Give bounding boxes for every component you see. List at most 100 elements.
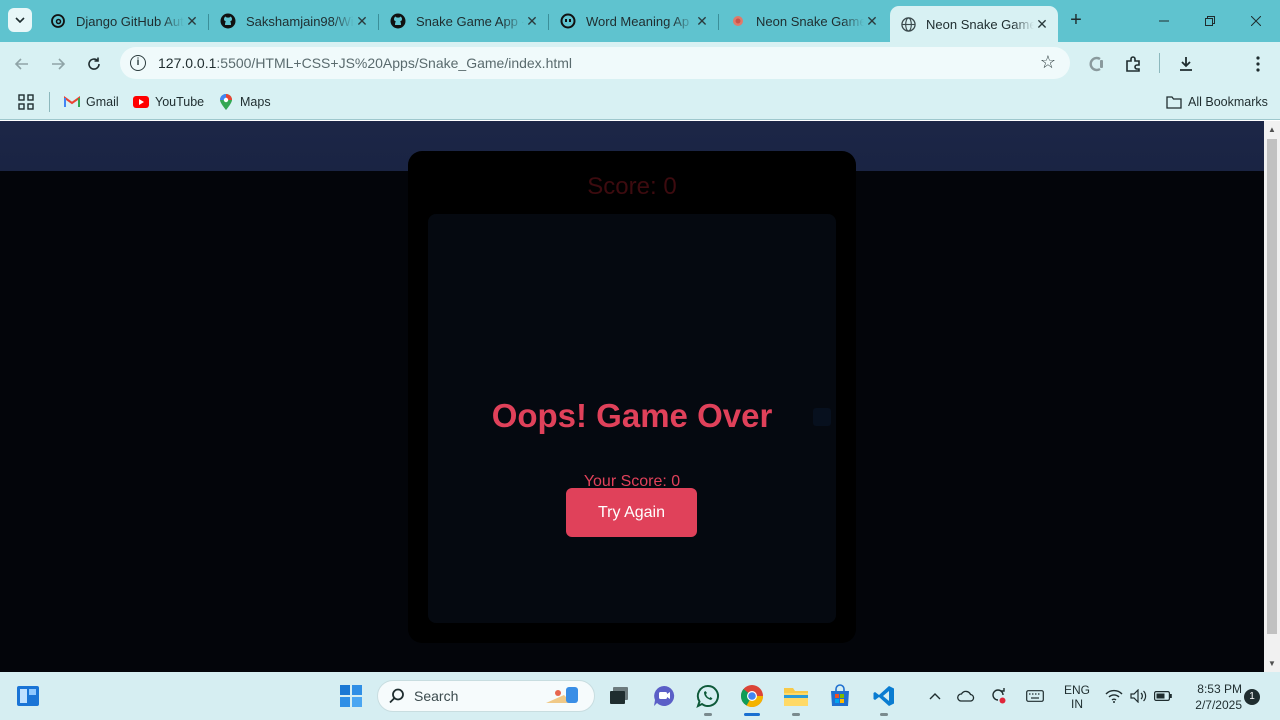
widgets-icon[interactable]	[14, 682, 42, 710]
region-code: IN	[1071, 697, 1083, 711]
tab-search-button[interactable]	[8, 8, 32, 32]
page-viewport: Score: 0 Oops! Game Over Your Score: 0 T…	[0, 121, 1264, 672]
tab-neon-snake-game-active[interactable]: Neon Snake Game ✕	[890, 6, 1058, 42]
globe-icon	[900, 16, 916, 32]
score-display: Score: 0	[587, 173, 677, 200]
bookmarks-bar: Gmail YouTube Maps All Bookmarks	[0, 84, 1280, 120]
github-copilot-icon	[560, 13, 576, 29]
search-label: Search	[414, 688, 459, 704]
tab-title: Word Meaning Ap	[586, 13, 690, 29]
system-clock[interactable]: 8:53 PM 2/7/2025	[1180, 681, 1242, 713]
url-path: :5500/HTML+CSS+JS%20Apps/Snake_Game/inde…	[216, 55, 573, 71]
language-indicator[interactable]: ENG IN	[1063, 683, 1091, 711]
language-code: ENG	[1063, 683, 1090, 697]
volume-icon[interactable]	[1130, 687, 1148, 705]
try-again-button[interactable]: Try Again	[566, 488, 697, 537]
show-hidden-icons-chevron-up-icon[interactable]	[926, 687, 944, 705]
taskbar-search[interactable]: Search	[377, 680, 595, 712]
address-bar[interactable]: i 127.0.0.1:5500/HTML+CSS+JS%20Apps/Snak…	[120, 47, 1070, 79]
close-icon[interactable]: ✕	[184, 13, 200, 30]
reload-icon	[88, 57, 100, 70]
restore-button[interactable]	[1187, 8, 1233, 34]
url-host: 127.0.0.1	[158, 55, 217, 71]
apps-grid-icon	[18, 94, 34, 110]
whatsapp-icon[interactable]	[694, 682, 722, 716]
page-scrollbar[interactable]: ▲ ▼	[1264, 121, 1280, 672]
running-indicator	[880, 713, 888, 716]
wifi-icon[interactable]	[1105, 687, 1123, 705]
file-explorer-icon[interactable]	[782, 682, 810, 716]
scrollbar-thumb[interactable]	[1267, 139, 1277, 634]
scroll-up-arrow-icon[interactable]: ▲	[1268, 125, 1276, 134]
github-icon	[390, 13, 406, 29]
all-bookmarks-label: All Bookmarks	[1188, 95, 1268, 109]
sync-error-icon[interactable]	[989, 687, 1007, 705]
arrow-right-icon	[52, 58, 66, 70]
game-over-title: Oops! Game Over	[491, 397, 773, 434]
tab-neon-snake-game[interactable]: Neon Snake Game ✕	[720, 6, 888, 36]
game-container: Score: 0 Oops! Game Over Your Score: 0 T…	[408, 151, 856, 643]
windows-logo-icon	[340, 685, 362, 707]
clock-time: 8:53 PM	[1197, 682, 1242, 696]
tab-snake-game-app[interactable]: Snake Game App - ✕	[380, 6, 549, 36]
bookmark-label: YouTube	[155, 95, 205, 109]
folder-icon	[1166, 94, 1182, 110]
download-icon[interactable]	[1174, 52, 1198, 76]
close-icon[interactable]: ✕	[1034, 16, 1050, 33]
threads-icon	[50, 13, 66, 29]
battery-icon[interactable]	[1154, 687, 1172, 705]
tab-word-meaning-app[interactable]: Word Meaning Ap ✕	[550, 6, 719, 36]
windows-taskbar: Search ENG IN 8:53 PM 2/7/2025 1	[0, 672, 1280, 720]
reload-button[interactable]	[82, 52, 106, 76]
bookmark-label: Gmail	[86, 95, 119, 109]
tab-title: Django GitHub Auth	[76, 13, 184, 29]
bookmark-youtube[interactable]: YouTube	[133, 92, 204, 112]
onedrive-cloud-icon[interactable]	[957, 687, 975, 705]
snake-game-icon	[730, 13, 746, 29]
keyboard-icon[interactable]	[1026, 687, 1044, 705]
gmail-icon	[64, 94, 80, 110]
site-info-icon[interactable]: i	[130, 55, 146, 71]
bookmark-maps[interactable]: Maps	[218, 92, 271, 112]
scroll-down-arrow-icon[interactable]: ▼	[1268, 659, 1276, 668]
chevron-down-icon	[15, 17, 25, 23]
teams-chat-icon[interactable]	[650, 682, 678, 710]
back-button[interactable]	[10, 52, 34, 76]
running-indicator	[792, 713, 800, 716]
notification-badge[interactable]: 1	[1244, 689, 1260, 705]
youtube-icon	[133, 94, 149, 110]
minimize-button[interactable]	[1141, 8, 1187, 34]
menu-kebab-icon[interactable]	[1246, 52, 1270, 76]
bookmark-label: Maps	[240, 95, 271, 109]
close-icon[interactable]: ✕	[354, 13, 370, 30]
new-tab-button[interactable]: +	[1066, 10, 1086, 30]
url-text[interactable]: 127.0.0.1:5500/HTML+CSS+JS%20Apps/Snake_…	[158, 55, 572, 71]
bookmark-star-icon[interactable]: ☆	[1040, 52, 1056, 73]
close-window-button[interactable]	[1233, 8, 1279, 34]
github-icon	[220, 13, 236, 29]
tab-title: Snake Game App -	[416, 13, 524, 29]
search-highlight-illustration-icon	[546, 687, 578, 703]
tab-title: Sakshamjain98/Wi	[246, 13, 354, 29]
chrome-icon[interactable]	[738, 682, 766, 716]
microsoft-store-icon[interactable]	[826, 682, 854, 710]
tab-django-github-auth[interactable]: Django GitHub Auth ✕	[40, 6, 209, 36]
close-icon[interactable]: ✕	[864, 13, 880, 30]
task-view-icon[interactable]	[605, 682, 633, 710]
start-button[interactable]	[337, 682, 365, 710]
copilot-extension-icon[interactable]	[1085, 52, 1109, 76]
close-icon[interactable]: ✕	[524, 13, 540, 30]
bookmark-gmail[interactable]: Gmail	[64, 92, 119, 112]
maps-pin-icon	[218, 94, 234, 110]
tab-sakshamjain98[interactable]: Sakshamjain98/Wi ✕	[210, 6, 379, 36]
minimize-icon	[1159, 20, 1169, 22]
clock-date: 2/7/2025	[1195, 698, 1242, 712]
apps-grid-button[interactable]	[18, 92, 34, 112]
vscode-icon[interactable]	[870, 682, 898, 716]
search-icon	[389, 688, 404, 704]
close-icon[interactable]: ✕	[694, 13, 710, 30]
forward-button[interactable]	[46, 52, 70, 76]
arrow-left-icon	[14, 58, 28, 70]
all-bookmarks-button[interactable]: All Bookmarks	[1166, 92, 1268, 112]
extensions-icon[interactable]	[1121, 52, 1145, 76]
